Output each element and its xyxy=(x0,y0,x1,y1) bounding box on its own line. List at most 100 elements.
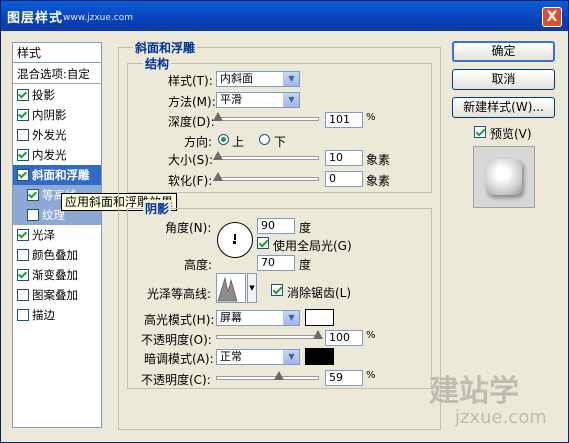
angle-input[interactable]: 90 xyxy=(257,218,295,234)
style-item-pattern-overlay[interactable]: 图案叠加 xyxy=(13,285,101,305)
style-item-satin[interactable]: 光泽 xyxy=(13,225,101,245)
bevel-group-title: 斜面和浮雕 xyxy=(133,39,198,56)
depth-slider-thumb[interactable] xyxy=(213,112,223,121)
chevron-down-icon: ▼ xyxy=(283,350,299,364)
watermark-logo: 建站学 xyxy=(429,374,519,409)
style-item-label: 光泽 xyxy=(32,228,55,242)
technique-select-value: 平滑 xyxy=(220,93,242,106)
shadow-opacity-input[interactable]: 59 xyxy=(325,370,363,386)
soften-slider-thumb[interactable] xyxy=(213,172,223,181)
color-overlay-checkbox[interactable] xyxy=(17,248,29,261)
depth-unit: % xyxy=(366,112,376,123)
style-item-label: 内发光 xyxy=(32,148,67,162)
satin-checkbox[interactable] xyxy=(17,228,29,241)
angle-label: 角度(N): xyxy=(165,221,212,235)
highlight-mode-label: 高光模式(H): xyxy=(144,313,215,327)
depth-slider[interactable] xyxy=(213,112,319,121)
style-item-label: 内阴影 xyxy=(32,108,67,122)
outer-glow-checkbox[interactable] xyxy=(17,128,29,141)
size-slider-thumb[interactable] xyxy=(213,151,223,160)
angle-dial-center xyxy=(233,241,236,244)
style-item-gradient-overlay[interactable]: 渐变叠加 xyxy=(13,265,101,285)
style-item-bevel-emboss[interactable]: 斜面和浮雕 xyxy=(13,165,101,185)
soften-input[interactable]: 0 xyxy=(325,171,363,187)
ok-button[interactable]: 确定 xyxy=(452,41,555,62)
highlight-mode-value: 屏幕 xyxy=(220,311,242,324)
structure-title: 结构 xyxy=(143,55,172,72)
style-item-label: 投影 xyxy=(32,88,55,102)
global-light-checkbox[interactable] xyxy=(257,237,269,249)
contour-curve-icon xyxy=(217,276,238,302)
size-slider[interactable] xyxy=(213,151,319,160)
style-item-color-overlay[interactable]: 颜色叠加 xyxy=(13,245,101,265)
preview-checkbox[interactable] xyxy=(474,126,486,138)
preview-label[interactable]: 预览(V) xyxy=(490,125,532,142)
angle-dial[interactable] xyxy=(217,222,253,258)
shadow-opacity-slider[interactable] xyxy=(216,371,319,380)
style-list: 样式 混合选项:自定 投影 内阴影 外发光 内发光 斜面和浮雕 等高线 纹理 光… xyxy=(12,42,102,428)
shadow-mode-select[interactable]: 正常 ▼ xyxy=(216,349,300,365)
texture-checkbox[interactable] xyxy=(27,208,39,221)
direction-label: 方向: xyxy=(184,135,213,149)
close-button[interactable]: X xyxy=(542,7,562,27)
drop-shadow-checkbox[interactable] xyxy=(17,88,29,101)
watermark-url: jzxue.com xyxy=(455,407,547,428)
gloss-contour-swatch[interactable] xyxy=(216,273,246,303)
style-item-inner-glow[interactable]: 内发光 xyxy=(13,145,101,165)
style-item-label: 外发光 xyxy=(32,128,67,142)
angle-unit: 度 xyxy=(299,221,312,235)
highlight-opacity-slider[interactable] xyxy=(216,330,323,339)
shadow-opacity-label: 不透明度(C): xyxy=(141,373,211,387)
soften-slider[interactable] xyxy=(213,172,319,181)
style-item-stroke[interactable]: 描边 xyxy=(13,305,101,325)
pattern-overlay-checkbox[interactable] xyxy=(17,288,29,301)
contour-checkbox[interactable] xyxy=(27,188,39,201)
direction-up-label: 上 xyxy=(232,135,245,149)
cancel-button[interactable]: 取消 xyxy=(452,69,555,90)
highlight-opacity-input[interactable]: 100 xyxy=(325,330,363,346)
title-bar[interactable]: 图层样式 www.jzxue.com X xyxy=(1,1,568,31)
direction-up-radio[interactable] xyxy=(218,134,229,145)
style-item-inner-shadow[interactable]: 内阴影 xyxy=(13,105,101,125)
layer-style-dialog: 图层样式 www.jzxue.com X 样式 混合选项:自定 投影 内阴影 外… xyxy=(0,0,569,443)
preview-bevel-shape xyxy=(486,159,522,195)
title-watermark: www.jzxue.com xyxy=(63,13,133,23)
chevron-down-icon: ▼ xyxy=(249,284,255,292)
direction-down-radio[interactable] xyxy=(259,134,270,145)
shadow-opacity-thumb[interactable] xyxy=(274,371,284,380)
stroke-checkbox[interactable] xyxy=(17,308,29,321)
antialias-checkbox[interactable] xyxy=(271,284,283,296)
shadow-mode-label: 暗调模式(A): xyxy=(144,352,214,366)
blending-options-item[interactable]: 混合选项:自定 xyxy=(13,64,101,84)
antialias-label[interactable]: 消除锯齿(L) xyxy=(287,284,351,301)
size-input[interactable]: 10 xyxy=(325,150,363,166)
inner-shadow-checkbox[interactable] xyxy=(17,108,29,121)
chevron-down-icon: ▼ xyxy=(283,311,299,325)
depth-input[interactable]: 101 xyxy=(325,112,363,128)
technique-label: 方法(M): xyxy=(168,95,216,109)
gloss-contour-dropdown[interactable]: ▼ xyxy=(247,273,257,303)
style-item-label: 图案叠加 xyxy=(32,288,78,302)
technique-select[interactable]: 平滑 ▼ xyxy=(216,92,300,108)
highlight-mode-select[interactable]: 屏幕 ▼ xyxy=(216,310,300,326)
global-light-label[interactable]: 使用全局光(G) xyxy=(273,237,352,254)
angle-dial-needle xyxy=(234,234,236,240)
shadow-color-swatch[interactable] xyxy=(305,348,334,365)
bevel-emboss-checkbox[interactable] xyxy=(17,168,29,181)
highlight-color-swatch[interactable] xyxy=(305,309,334,326)
inner-glow-checkbox[interactable] xyxy=(17,148,29,161)
style-select-value: 内斜面 xyxy=(220,72,253,85)
style-list-header[interactable]: 样式 xyxy=(13,43,101,63)
gradient-overlay-checkbox[interactable] xyxy=(17,268,29,281)
new-style-button[interactable]: 新建样式(W)... xyxy=(452,97,555,118)
altitude-input[interactable]: 70 xyxy=(257,255,295,271)
highlight-opacity-unit: % xyxy=(366,330,376,341)
style-item-label: 描边 xyxy=(32,308,55,322)
style-item-drop-shadow[interactable]: 投影 xyxy=(13,85,101,105)
style-item-outer-glow[interactable]: 外发光 xyxy=(13,125,101,145)
shadow-mode-value: 正常 xyxy=(220,350,242,363)
shading-title: 阴影 xyxy=(143,200,172,217)
highlight-opacity-thumb[interactable] xyxy=(313,330,323,339)
style-select[interactable]: 内斜面 ▼ xyxy=(216,71,300,87)
gloss-contour-label: 光泽等高线: xyxy=(147,287,212,301)
